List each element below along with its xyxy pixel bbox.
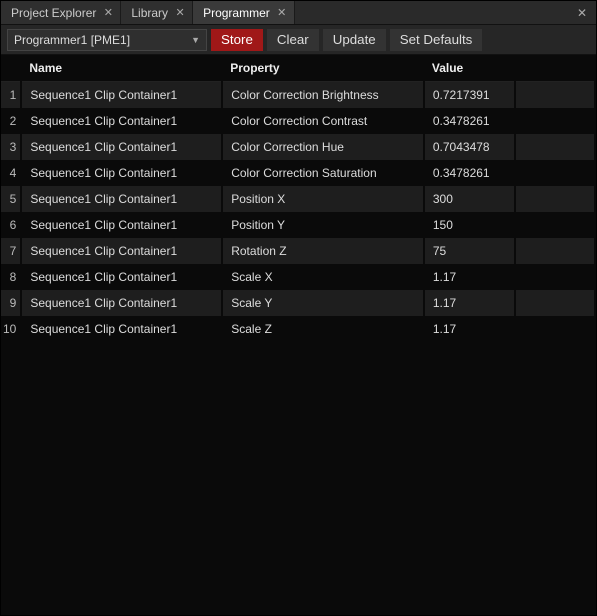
table-row[interactable]: 5Sequence1 Clip Container1Position X300 xyxy=(1,186,595,212)
table-container: Name Property Value 1Sequence1 Clip Cont… xyxy=(1,55,596,615)
panel-close-icon[interactable]: ✕ xyxy=(572,1,592,25)
cell-name[interactable]: Sequence1 Clip Container1 xyxy=(21,212,222,238)
col-property[interactable]: Property xyxy=(222,55,424,82)
cell-extra xyxy=(515,238,595,264)
cell-value[interactable]: 0.3478261 xyxy=(424,108,515,134)
cell-name[interactable]: Sequence1 Clip Container1 xyxy=(21,264,222,290)
set-defaults-button[interactable]: Set Defaults xyxy=(390,29,483,51)
table-row[interactable]: 7Sequence1 Clip Container1Rotation Z75 xyxy=(1,238,595,264)
cell-property[interactable]: Color Correction Hue xyxy=(222,134,424,160)
cell-property[interactable]: Rotation Z xyxy=(222,238,424,264)
close-icon[interactable]: ✕ xyxy=(276,6,288,19)
cell-value[interactable]: 1.17 xyxy=(424,316,515,342)
tab-bar: Project Explorer ✕ Library ✕ Programmer … xyxy=(1,1,596,25)
cell-name[interactable]: Sequence1 Clip Container1 xyxy=(21,316,222,342)
cell-extra xyxy=(515,316,595,342)
properties-table: Name Property Value 1Sequence1 Clip Cont… xyxy=(1,55,596,342)
row-number: 5 xyxy=(1,186,21,212)
cell-name[interactable]: Sequence1 Clip Container1 xyxy=(21,238,222,264)
dropdown-value: Programmer1 [PME1] xyxy=(14,33,130,47)
cell-value[interactable]: 0.3478261 xyxy=(424,160,515,186)
cell-property[interactable]: Scale X xyxy=(222,264,424,290)
table-row[interactable]: 6Sequence1 Clip Container1Position Y150 xyxy=(1,212,595,238)
cell-name[interactable]: Sequence1 Clip Container1 xyxy=(21,290,222,316)
row-number: 3 xyxy=(1,134,21,160)
row-number: 6 xyxy=(1,212,21,238)
cell-property[interactable]: Position Y xyxy=(222,212,424,238)
update-button[interactable]: Update xyxy=(323,29,386,51)
cell-value[interactable]: 1.17 xyxy=(424,290,515,316)
chevron-down-icon: ▼ xyxy=(191,35,200,45)
col-rownum xyxy=(1,55,21,82)
col-value[interactable]: Value xyxy=(424,55,515,82)
cell-value[interactable]: 1.17 xyxy=(424,264,515,290)
cell-property[interactable]: Color Correction Saturation xyxy=(222,160,424,186)
cell-property[interactable]: Color Correction Brightness xyxy=(222,82,424,109)
tab-label: Programmer xyxy=(203,6,270,20)
col-extra xyxy=(515,55,595,82)
table-row[interactable]: 3Sequence1 Clip Container1Color Correcti… xyxy=(1,134,595,160)
table-row[interactable]: 1Sequence1 Clip Container1Color Correcti… xyxy=(1,82,595,109)
row-number: 9 xyxy=(1,290,21,316)
row-number: 4 xyxy=(1,160,21,186)
programmer-dropdown[interactable]: Programmer1 [PME1] ▼ xyxy=(7,29,207,51)
tab-label: Project Explorer xyxy=(11,6,96,20)
cell-extra xyxy=(515,108,595,134)
cell-property[interactable]: Position X xyxy=(222,186,424,212)
col-name[interactable]: Name xyxy=(21,55,222,82)
table-row[interactable]: 8Sequence1 Clip Container1Scale X1.17 xyxy=(1,264,595,290)
row-number: 8 xyxy=(1,264,21,290)
cell-extra xyxy=(515,160,595,186)
tab-programmer[interactable]: Programmer ✕ xyxy=(193,1,295,24)
cell-extra xyxy=(515,186,595,212)
cell-extra xyxy=(515,82,595,109)
tab-label: Library xyxy=(131,6,168,20)
cell-extra xyxy=(515,212,595,238)
table-row[interactable]: 4Sequence1 Clip Container1Color Correcti… xyxy=(1,160,595,186)
cell-extra xyxy=(515,290,595,316)
tab-project-explorer[interactable]: Project Explorer ✕ xyxy=(1,1,121,24)
cell-extra xyxy=(515,134,595,160)
cell-name[interactable]: Sequence1 Clip Container1 xyxy=(21,160,222,186)
table-row[interactable]: 9Sequence1 Clip Container1Scale Y1.17 xyxy=(1,290,595,316)
toolbar: Programmer1 [PME1] ▼ Store Clear Update … xyxy=(1,25,596,55)
row-number: 1 xyxy=(1,82,21,109)
cell-extra xyxy=(515,264,595,290)
cell-value[interactable]: 0.7217391 xyxy=(424,82,515,109)
cell-name[interactable]: Sequence1 Clip Container1 xyxy=(21,108,222,134)
cell-value[interactable]: 0.7043478 xyxy=(424,134,515,160)
cell-property[interactable]: Scale Z xyxy=(222,316,424,342)
row-number: 2 xyxy=(1,108,21,134)
cell-name[interactable]: Sequence1 Clip Container1 xyxy=(21,134,222,160)
cell-name[interactable]: Sequence1 Clip Container1 xyxy=(21,186,222,212)
clear-button[interactable]: Clear xyxy=(267,29,319,51)
cell-property[interactable]: Scale Y xyxy=(222,290,424,316)
tab-library[interactable]: Library ✕ xyxy=(121,1,193,24)
store-button[interactable]: Store xyxy=(211,29,263,51)
table-row[interactable]: 10Sequence1 Clip Container1Scale Z1.17 xyxy=(1,316,595,342)
cell-property[interactable]: Color Correction Contrast xyxy=(222,108,424,134)
row-number: 7 xyxy=(1,238,21,264)
cell-name[interactable]: Sequence1 Clip Container1 xyxy=(21,82,222,109)
close-icon[interactable]: ✕ xyxy=(102,6,114,19)
cell-value[interactable]: 75 xyxy=(424,238,515,264)
cell-value[interactable]: 150 xyxy=(424,212,515,238)
cell-value[interactable]: 300 xyxy=(424,186,515,212)
table-row[interactable]: 2Sequence1 Clip Container1Color Correcti… xyxy=(1,108,595,134)
close-icon[interactable]: ✕ xyxy=(174,6,186,19)
row-number: 10 xyxy=(1,316,21,342)
